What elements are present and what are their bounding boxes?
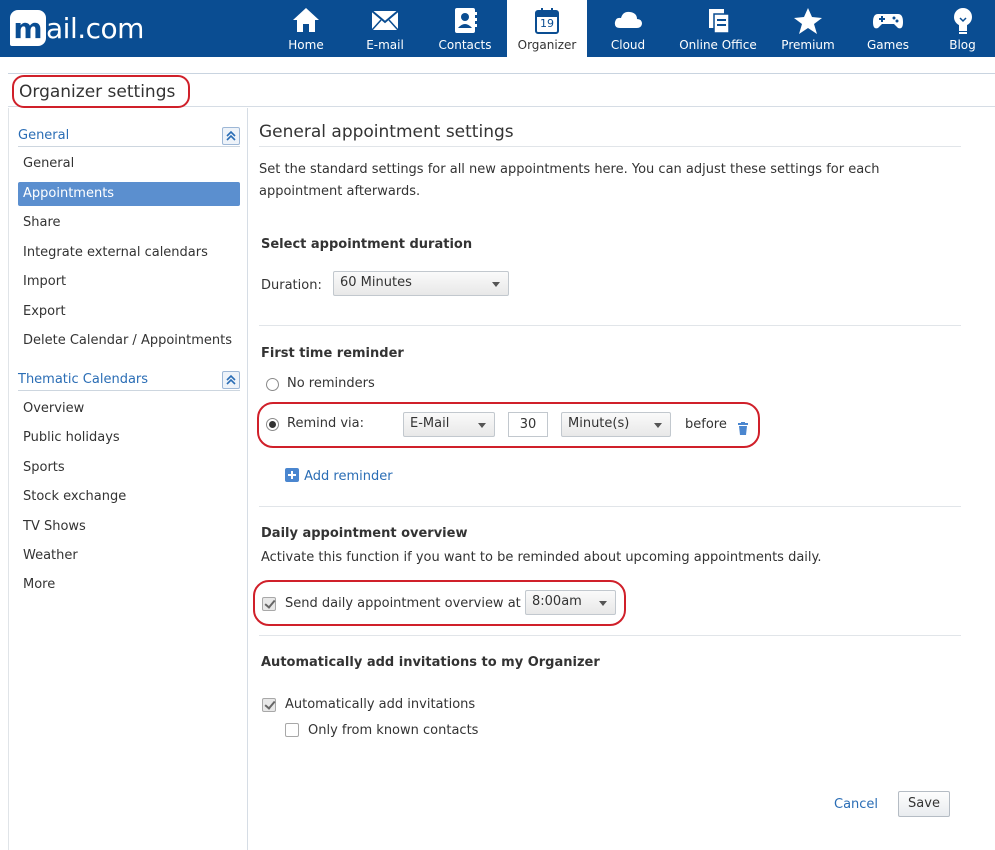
nav-label: Contacts <box>438 38 492 52</box>
nav-games[interactable]: Games <box>848 0 928 57</box>
nav-cloud[interactable]: Cloud <box>589 0 667 57</box>
nav-premium[interactable]: Premium <box>768 0 848 57</box>
section-title: General appointment settings <box>259 122 514 142</box>
sidebar-item-general[interactable]: General <box>18 152 240 176</box>
duration-heading: Select appointment duration <box>261 237 473 252</box>
documents-icon <box>709 9 730 34</box>
sidebar-item-more[interactable]: More <box>18 573 240 597</box>
only-known-contacts-checkbox[interactable] <box>285 723 299 737</box>
nav-online-office[interactable]: Online Office <box>668 0 768 57</box>
add-reminder-link[interactable]: Add reminder <box>285 465 393 484</box>
nav-label: Premium <box>781 38 835 52</box>
auto-add-invitations-label: Automatically add invitations <box>285 697 476 712</box>
divider <box>259 506 961 507</box>
nav-label: E-mail <box>366 38 404 52</box>
calendar-badge: 19 <box>540 17 554 30</box>
nav-contacts[interactable]: Contacts <box>425 0 505 57</box>
chevron-double-up-icon <box>226 130 236 141</box>
save-button[interactable]: Save <box>898 791 950 817</box>
no-reminders-label: No reminders <box>287 376 375 391</box>
sidebar-item-integrate-external-calendars[interactable]: Integrate external calendars <box>18 241 240 265</box>
sidebar-item-share[interactable]: Share <box>18 211 240 235</box>
nav-blog[interactable]: Blog <box>930 0 995 57</box>
sidebar-section-general[interactable]: General <box>18 125 240 147</box>
collapse-section-button[interactable] <box>222 371 240 389</box>
chevron-double-up-icon <box>226 374 236 385</box>
mail-com-logo[interactable]: m ail.com <box>10 8 144 48</box>
divider <box>259 146 961 147</box>
duration-value: 60 Minutes <box>340 275 412 290</box>
highlight-circle <box>257 402 760 448</box>
cloud-icon <box>614 11 642 28</box>
sidebar-item-sports[interactable]: Sports <box>18 456 240 480</box>
highlight-circle <box>253 580 626 626</box>
divider <box>259 635 961 636</box>
sidebar-item-delete-calendar[interactable]: Delete Calendar / Appointments <box>18 329 240 353</box>
sidebar-item-tv-shows[interactable]: TV Shows <box>18 515 240 539</box>
duration-select[interactable]: 60 Minutes <box>333 271 509 296</box>
duration-label: Duration: <box>261 278 322 293</box>
daily-overview-description: Activate this function if you want to be… <box>261 550 822 565</box>
envelope-icon <box>371 10 399 31</box>
home-icon <box>293 8 319 32</box>
dropdown-arrow-icon <box>492 282 500 287</box>
auto-add-invitations-checkbox[interactable] <box>262 698 276 712</box>
nav-organizer[interactable]: 19 Organizer <box>507 0 587 57</box>
only-known-contacts-label: Only from known contacts <box>308 723 479 738</box>
invitations-heading: Automatically add invitations to my Orga… <box>261 655 600 670</box>
divider <box>259 325 961 326</box>
reminder-heading: First time reminder <box>261 346 404 361</box>
top-navigation-bar: m ail.com Home E-mail Contacts 19 Organi… <box>0 0 995 57</box>
nav-label: Online Office <box>679 38 757 52</box>
add-reminder-label: Add reminder <box>304 469 393 484</box>
nav-label: Cloud <box>610 38 646 52</box>
sidebar-item-appointments[interactable]: Appointments <box>18 182 240 206</box>
contacts-icon <box>455 8 477 33</box>
sidebar-section-heading: General <box>18 128 70 143</box>
nav-label: Blog <box>949 38 976 52</box>
nav-label: Home <box>288 38 324 52</box>
cancel-link[interactable]: Cancel <box>834 797 878 812</box>
sidebar-item-stock-exchange[interactable]: Stock exchange <box>18 485 240 509</box>
daily-overview-heading: Daily appointment overview <box>261 526 468 541</box>
settings-sidebar: General General Appointments Share Integ… <box>8 108 248 850</box>
sidebar-item-public-holidays[interactable]: Public holidays <box>18 426 240 450</box>
collapse-section-button[interactable] <box>222 127 240 145</box>
nav-label: Organizer <box>517 38 577 52</box>
sidebar-section-heading: Thematic Calendars <box>18 372 149 387</box>
sidebar-item-import[interactable]: Import <box>18 270 240 294</box>
nav-email[interactable]: E-mail <box>346 0 424 57</box>
no-reminders-radio[interactable] <box>266 378 279 391</box>
star-icon <box>794 8 822 34</box>
highlight-circle <box>12 75 190 108</box>
gamepad-icon <box>873 14 903 29</box>
nav-home[interactable]: Home <box>267 0 345 57</box>
section-description: Set the standard settings for all new ap… <box>259 162 880 199</box>
lightbulb-icon <box>953 8 972 34</box>
plus-icon <box>285 468 299 482</box>
sidebar-item-weather[interactable]: Weather <box>18 544 240 568</box>
logo-text: ail.com <box>46 11 144 45</box>
sidebar-item-overview[interactable]: Overview <box>18 397 240 421</box>
logo-letter: m <box>10 10 46 46</box>
sidebar-section-thematic-calendars[interactable]: Thematic Calendars <box>18 369 240 391</box>
sidebar-item-export[interactable]: Export <box>18 300 240 324</box>
nav-label: Games <box>867 38 909 52</box>
